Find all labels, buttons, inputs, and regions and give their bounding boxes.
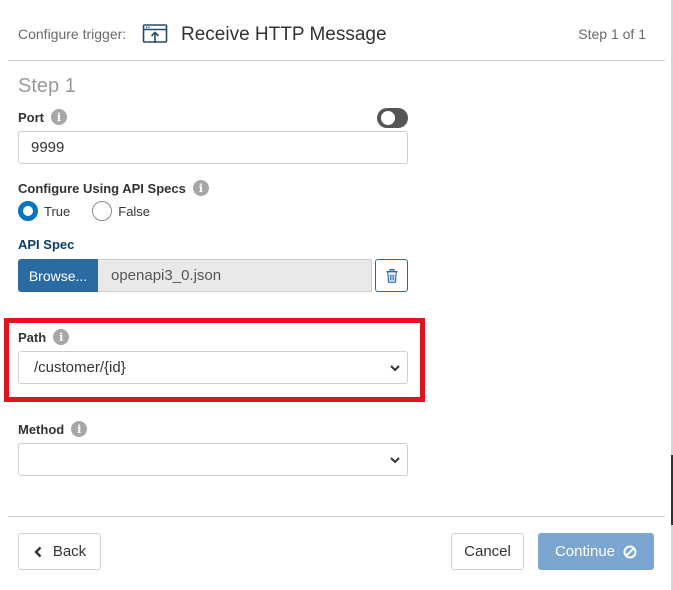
footer-divider [8,516,665,517]
method-label-group: Method i [18,421,88,437]
back-button[interactable]: Back [18,533,101,570]
path-label-group: Path i [18,329,70,345]
info-icon[interactable]: i [53,329,70,345]
toggle-knob [381,111,395,125]
radio-false-label[interactable]: False [118,204,150,219]
file-name: openapi3_0.json [111,267,222,284]
step-heading: Step 1 [18,75,76,97]
chevron-down-icon [390,364,400,371]
api-spec-label: API Spec [18,237,75,252]
path-select[interactable]: /customer/{id} [18,351,408,384]
port-toggle[interactable] [377,108,408,128]
chevron-left-icon [34,546,42,557]
configure-trigger-label: Configure trigger: [18,26,127,42]
radio-false[interactable] [92,201,113,221]
file-name-field: openapi3_0.json [98,259,372,292]
back-label: Back [52,543,87,560]
trigger-title: Receive HTTP Message [181,24,387,45]
step-indicator: Step 1 of 1 [578,26,646,42]
api-specs-label: Configure Using API Specs [18,180,186,196]
ban-icon [623,545,637,558]
trash-icon [386,268,397,283]
port-label-group: Port i [18,109,67,125]
port-label: Port [18,109,44,125]
http-message-icon [142,22,168,46]
continue-button[interactable]: Continue [538,533,654,570]
info-icon[interactable]: i [51,109,67,125]
api-specs-label-group: Configure Using API Specs i [18,180,209,196]
radio-true[interactable] [18,201,38,221]
delete-file-button[interactable] [375,259,408,292]
port-input[interactable]: 9999 [18,131,408,164]
cancel-button[interactable]: Cancel [451,533,524,570]
info-icon[interactable]: i [71,421,88,437]
header-divider [8,60,665,61]
path-label: Path [18,329,47,345]
api-specs-radio-group: True False [18,201,172,221]
method-select[interactable] [18,443,408,476]
port-value: 9999 [31,139,65,156]
browse-button[interactable]: Browse... [18,259,98,292]
info-icon[interactable]: i [192,180,209,196]
method-label: Method [18,421,65,437]
radio-true-label[interactable]: True [44,204,70,219]
chevron-down-icon [390,456,400,463]
continue-label: Continue [554,543,616,560]
path-selected-value: /customer/{id} [34,359,126,376]
